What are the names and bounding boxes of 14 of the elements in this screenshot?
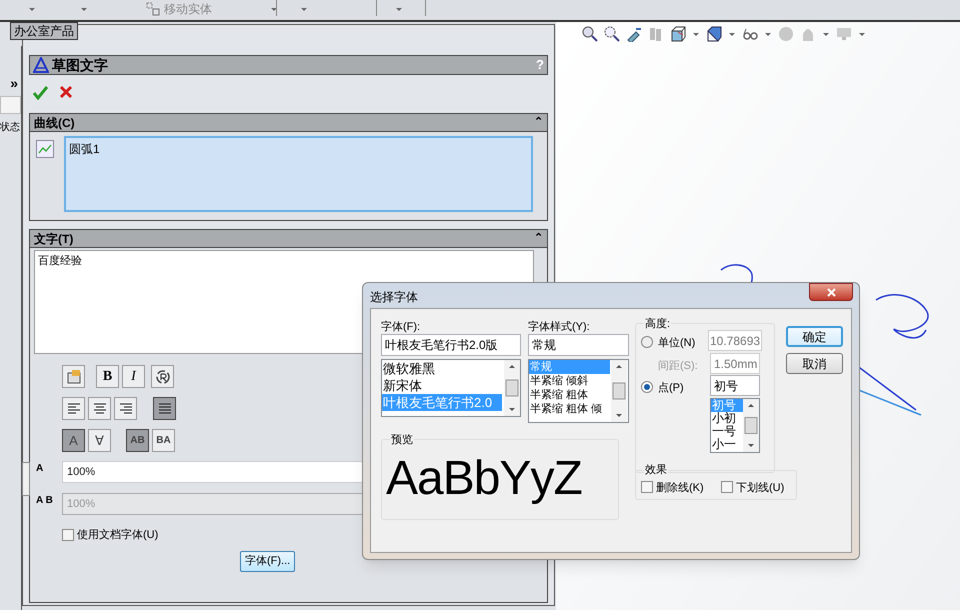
width-icon: A xyxy=(36,464,44,474)
radio-label: 单位(N) xyxy=(658,336,696,351)
checkbox-label: 使用文档字体(U) xyxy=(77,528,158,543)
radio-label: 点(P) xyxy=(658,380,684,396)
panel-title: 草图文字 xyxy=(52,56,108,74)
status-label: 状态 xyxy=(0,120,20,135)
checkbox-label: 下划线(U) xyxy=(736,481,784,496)
group-title: 曲线(C) xyxy=(34,114,75,132)
group-title: 文字(T) xyxy=(34,230,74,248)
field-label: 间距(S): xyxy=(658,359,698,374)
spacing-icon: A B xyxy=(36,496,53,506)
field-label: 字体(F): xyxy=(381,320,420,335)
checkbox-label: 删除线(K) xyxy=(656,481,704,496)
dialog-title: 选择字体 xyxy=(370,289,418,306)
